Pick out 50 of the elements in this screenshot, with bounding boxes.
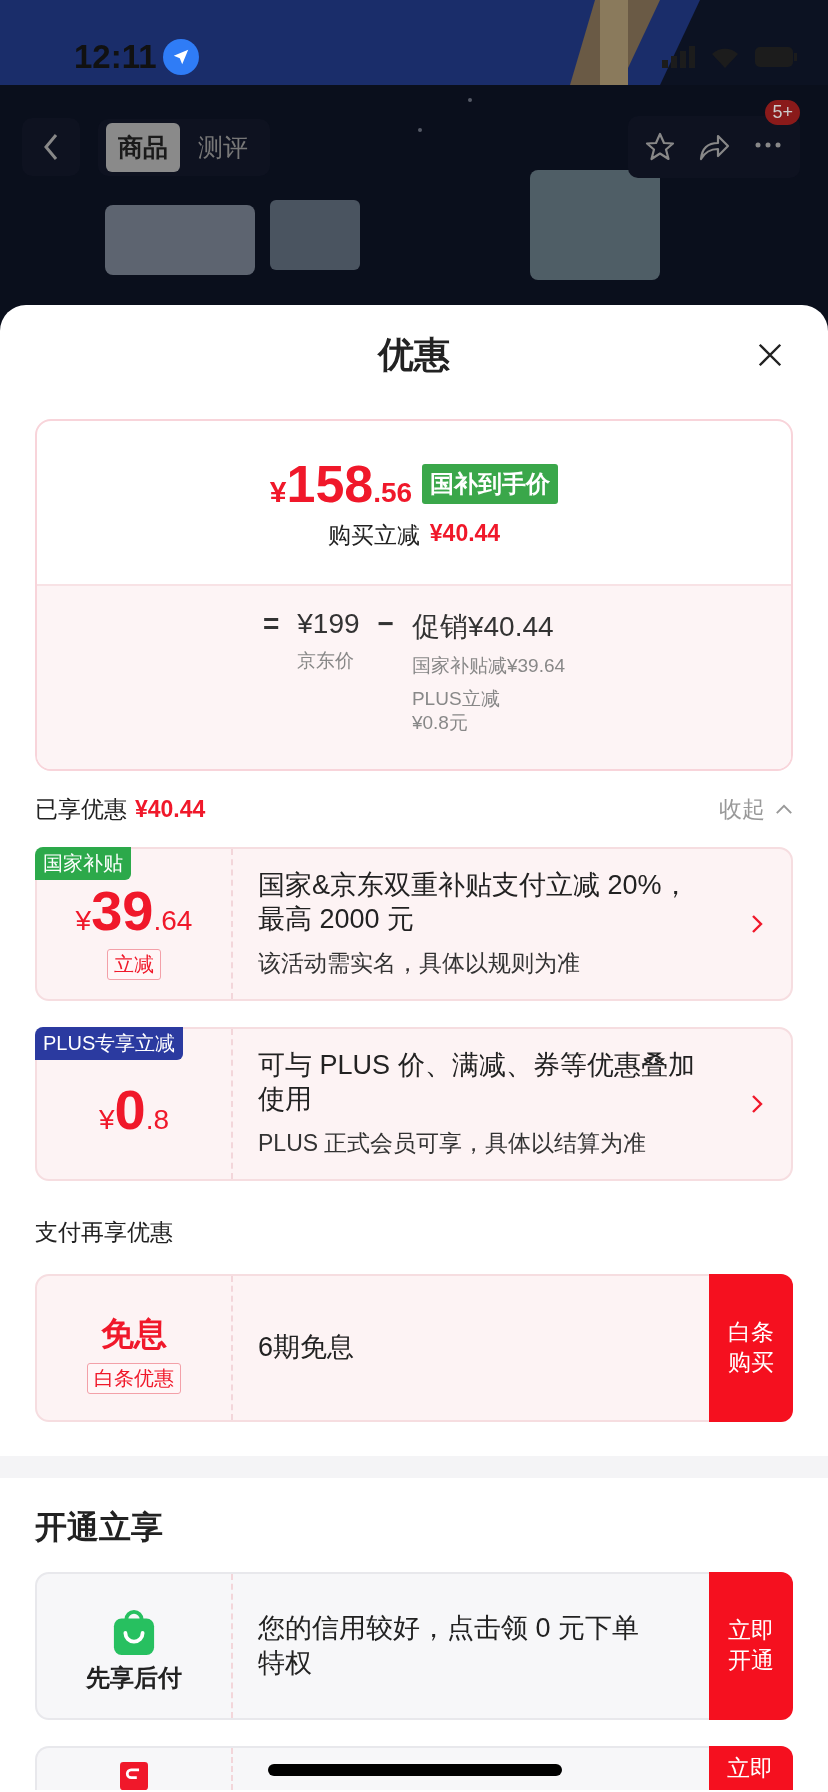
offer-title: 您的信用较好，点击领 0 元下单特权 <box>258 1611 641 1680</box>
coupon-amount: ¥0.8 <box>98 1076 170 1142</box>
tab[interactable]: 测评 <box>186 122 260 172</box>
coupon-note: 该活动需实名，具体以规则为准 <box>258 949 581 979</box>
star-icon[interactable] <box>644 132 676 162</box>
coupon-tag: 国家补贴 <box>35 847 131 880</box>
offer-action-button[interactable]: 立即开通 <box>709 1572 793 1720</box>
saving-label: 购买立减 <box>327 521 420 550</box>
coupon-amount: ¥39.64 <box>75 878 193 943</box>
section-heading: 支付再享优惠 <box>34 1218 174 1247</box>
section-heading: 开通立享 <box>34 1508 164 1547</box>
close-icon[interactable] <box>756 341 784 369</box>
base-price: ¥199 <box>297 608 360 640</box>
saving-value: ¥40.44 <box>429 520 501 548</box>
tab[interactable]: 商品 <box>106 122 180 172</box>
signal-icon <box>662 46 696 68</box>
applied-value: ¥40.44 <box>135 795 206 823</box>
coupon-card[interactable]: PLUS专享立减 ¥0.8 可与 PLUS 价、满减、券等优惠叠加使用 PLUS 正式会员可享，具体以结算为准 <box>35 1027 793 1181</box>
location-icon <box>162 39 199 75</box>
minus-sign: − <box>377 608 394 640</box>
chevron-right-icon <box>751 914 763 934</box>
status-time: 12:11 <box>74 38 157 76</box>
offer-label: 先享后付 <box>86 1663 182 1693</box>
collapse-toggle[interactable]: 收起 <box>719 793 793 825</box>
applied-label: 已享优惠 <box>35 794 127 824</box>
coupon-card[interactable]: 国家补贴 ¥39.64 立减 国家&京东双重补贴支付立减 20%，最高 2000 元 该活动需实名，具体以规则为准 <box>35 847 793 1001</box>
promo-detail: PLUS立减 ¥0.8元 <box>411 686 500 736</box>
offer-title: 6期免息 <box>258 1331 356 1365</box>
price-tag: 国补到手价 <box>422 464 559 504</box>
sheet-title: 优惠 <box>378 332 450 377</box>
coupon-title: 可与 PLUS 价、满减、券等优惠叠加使用 <box>258 1048 696 1116</box>
offer-action-button[interactable]: 立即 <box>709 1746 793 1790</box>
offer-headline: 免息 <box>101 1314 167 1354</box>
notification-badge: 5+ <box>765 100 800 125</box>
equals-sign: = <box>262 608 280 640</box>
discount-badge: 立减 <box>107 949 161 980</box>
chevron-icon <box>775 803 793 815</box>
coupon-tag: PLUS专享立减 <box>35 1027 184 1060</box>
shopping-bag-icon <box>112 1608 156 1656</box>
chevron-right-icon <box>751 1094 763 1114</box>
promo-detail: 国家补贴减¥39.64 <box>411 654 566 678</box>
coupon-note: PLUS 正式会员可享，具体以结算为准 <box>258 1129 648 1159</box>
offer-action-button[interactable]: 白条购买 <box>709 1274 793 1422</box>
share-icon[interactable] <box>698 132 730 162</box>
promo-total: 促销¥40.44 <box>411 610 554 644</box>
base-price-label: 京东价 <box>297 649 355 673</box>
back-button[interactable] <box>22 118 80 176</box>
coupon-title: 国家&京东双重补贴支付立减 20%，最高 2000 元 <box>258 868 690 936</box>
final-price: ¥158.56 <box>269 454 413 514</box>
offer-badge: 白条优惠 <box>87 1363 181 1394</box>
